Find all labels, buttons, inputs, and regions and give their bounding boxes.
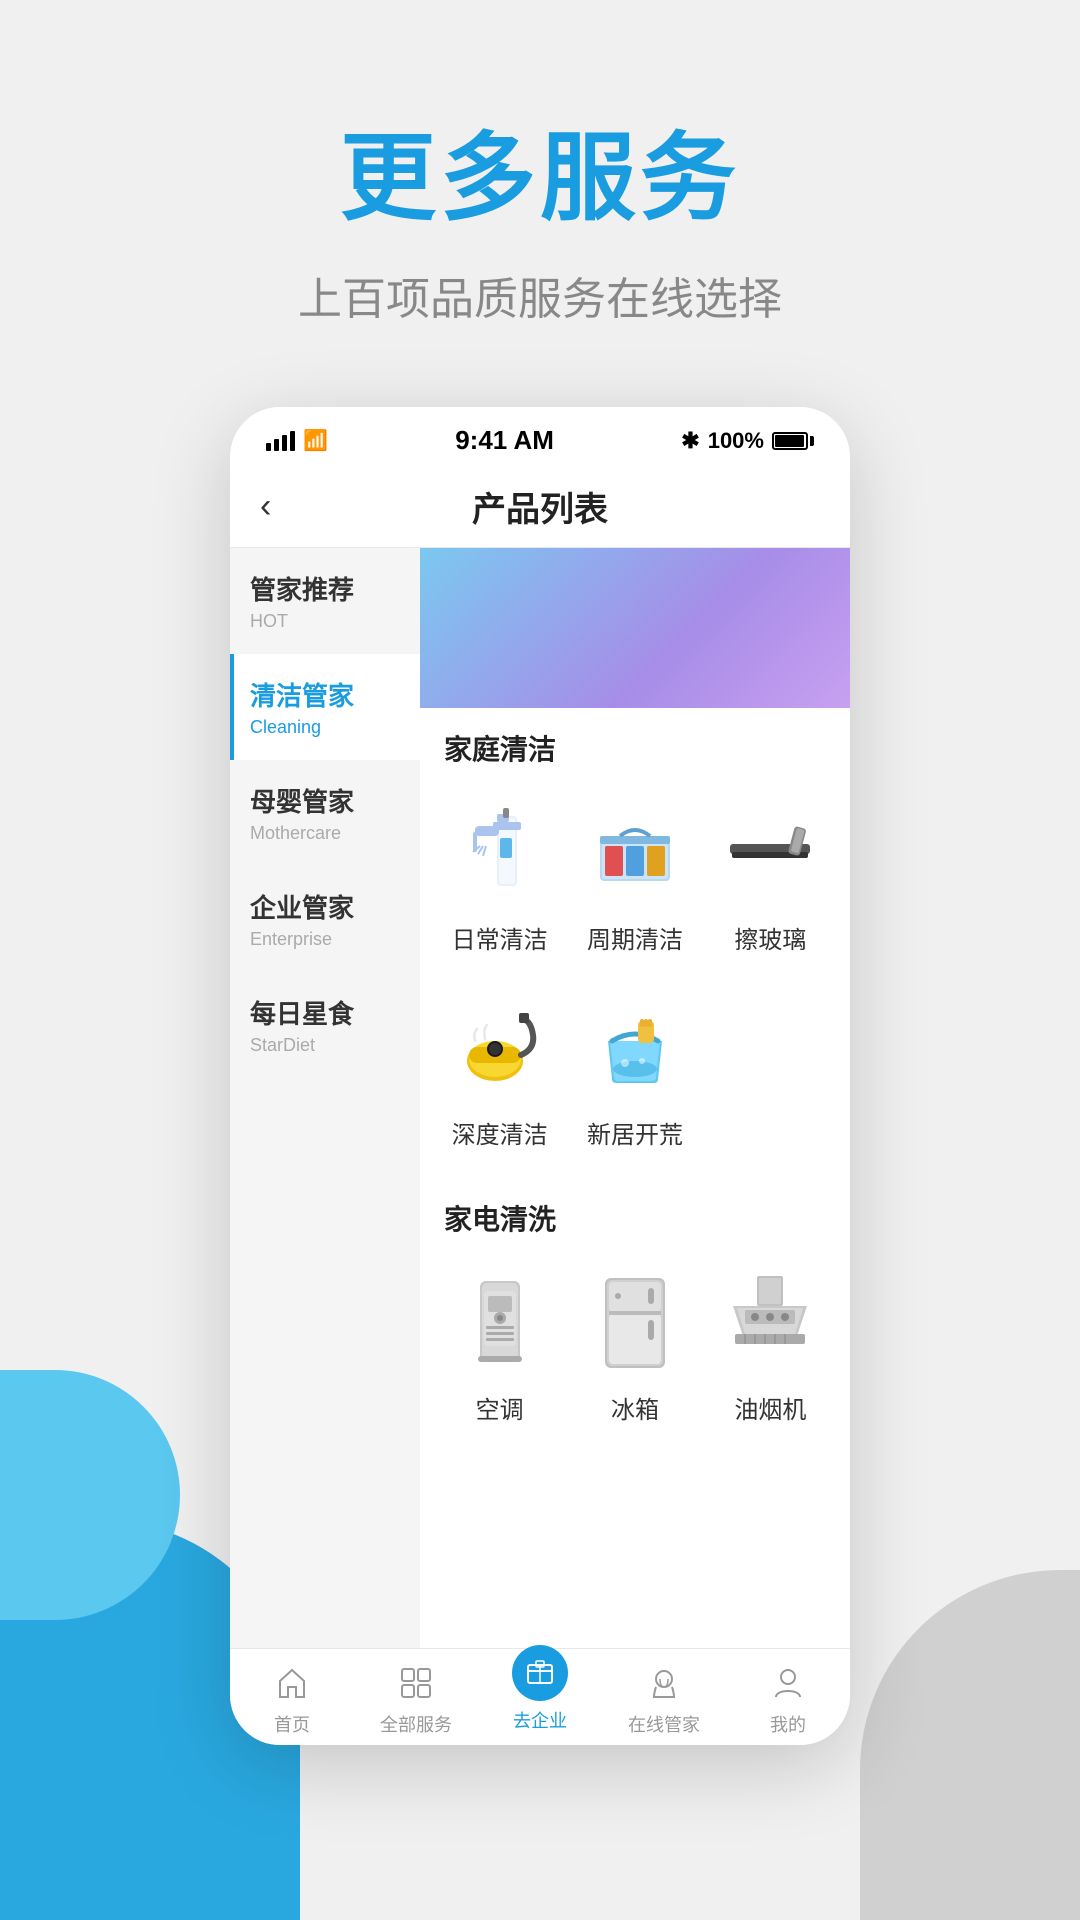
bg-wave-right (860, 1570, 1080, 1920)
daily-cleaning-label: 日常清洁 (452, 920, 548, 955)
daily-cleaning-icon (445, 796, 555, 906)
mine-tab-icon (766, 1661, 810, 1705)
tab-enterprise[interactable]: 去企业 (478, 1661, 602, 1737)
promo-title: 更多服务 (0, 100, 1080, 239)
sidebar-item-stardiet-sub: StarDiet (250, 1035, 404, 1056)
back-button[interactable]: ‹ (260, 487, 310, 526)
sidebar-item-hot-sub: HOT (250, 611, 404, 632)
sidebar: 管家推荐 HOT 清洁管家 Cleaning 母婴管家 Mothercare 企… (230, 548, 420, 1648)
status-left: 📶 (266, 428, 328, 453)
services-tab-label: 全部服务 (380, 1711, 452, 1737)
nav-bar: ‹ 产品列表 (230, 466, 850, 548)
phone-mockup: 📶 9:41 AM ✱ 100% ‹ 产品列表 管家推荐 HOT (230, 407, 850, 1745)
manager-tab-label: 在线管家 (628, 1711, 700, 1737)
item-glass-cleaning[interactable]: 擦玻璃 (707, 780, 834, 967)
sidebar-item-cleaning-sub: Cleaning (250, 717, 404, 738)
battery-icon (772, 432, 814, 450)
services-tab-icon (394, 1661, 438, 1705)
deep-cleaning-label: 深度清洁 (452, 1115, 548, 1150)
fridge-label: 冰箱 (611, 1390, 659, 1425)
sidebar-item-enterprise[interactable]: 企业管家 Enterprise (230, 866, 420, 972)
main-content: 家庭清洁 (420, 548, 850, 1648)
tab-mine[interactable]: 我的 (726, 1661, 850, 1737)
enterprise-tab-label: 去企业 (513, 1707, 567, 1733)
sidebar-item-mothercare[interactable]: 母婴管家 Mothercare (230, 760, 420, 866)
ac-label: 空调 (476, 1390, 524, 1425)
battery-percent: 100% (708, 428, 764, 454)
sidebar-item-stardiet-name: 每日星食 (250, 994, 404, 1031)
promo-subtitle: 上百项品质服务在线选择 (0, 263, 1080, 327)
item-ac[interactable]: 空调 (436, 1250, 563, 1437)
hood-label: 油烟机 (734, 1390, 806, 1425)
item-deep-cleaning[interactable]: 深度清洁 (436, 975, 563, 1162)
item-periodic-cleaning[interactable]: 周期清洁 (571, 780, 698, 967)
app-content: 管家推荐 HOT 清洁管家 Cleaning 母婴管家 Mothercare 企… (230, 548, 850, 1648)
home-tab-label: 首页 (274, 1711, 310, 1737)
wifi-icon: 📶 (303, 428, 328, 453)
sidebar-item-mothercare-name: 母婴管家 (250, 782, 404, 819)
tab-services[interactable]: 全部服务 (354, 1661, 478, 1737)
sidebar-item-enterprise-sub: Enterprise (250, 929, 404, 950)
tab-bar: 首页 全部服务 去企业 (230, 1648, 850, 1745)
item-daily-cleaning[interactable]: 日常清洁 (436, 780, 563, 967)
appliance-cleaning-grid: 空调 (420, 1250, 850, 1453)
page-title: 产品列表 (310, 482, 770, 531)
fridge-icon (580, 1266, 690, 1376)
promo-section: 更多服务 上百项品质服务在线选择 (0, 0, 1080, 407)
item-new-home[interactable]: 新居开荒 (571, 975, 698, 1162)
hood-icon (715, 1266, 825, 1376)
periodic-cleaning-icon (580, 796, 690, 906)
tab-home[interactable]: 首页 (230, 1661, 354, 1737)
periodic-cleaning-label: 周期清洁 (587, 920, 683, 955)
status-right: ✱ 100% (681, 428, 814, 454)
ac-icon (445, 1266, 555, 1376)
section-header-appliance-cleaning: 家电清洗 (420, 1178, 850, 1250)
manager-tab-icon (642, 1661, 686, 1705)
item-hood[interactable]: 油烟机 (707, 1250, 834, 1437)
home-tab-icon (270, 1661, 314, 1705)
sidebar-item-cleaning[interactable]: 清洁管家 Cleaning (230, 654, 420, 760)
mine-tab-label: 我的 (770, 1711, 806, 1737)
tab-manager[interactable]: 在线管家 (602, 1661, 726, 1737)
signal-icon (266, 431, 295, 451)
sidebar-item-hot-name: 管家推荐 (250, 570, 404, 607)
sidebar-item-hot[interactable]: 管家推荐 HOT (230, 548, 420, 654)
section-header-home-cleaning: 家庭清洁 (420, 708, 850, 780)
glass-cleaning-icon (715, 796, 825, 906)
sidebar-item-enterprise-name: 企业管家 (250, 888, 404, 925)
item-fridge[interactable]: 冰箱 (571, 1250, 698, 1437)
glass-cleaning-label: 擦玻璃 (734, 920, 806, 955)
new-home-icon (580, 991, 690, 1101)
sidebar-item-mothercare-sub: Mothercare (250, 823, 404, 844)
status-time: 9:41 AM (455, 425, 554, 456)
home-cleaning-grid: 日常清洁 (420, 780, 850, 1178)
deep-cleaning-icon (445, 991, 555, 1101)
sidebar-item-cleaning-name: 清洁管家 (250, 676, 404, 713)
sidebar-item-stardiet[interactable]: 每日星食 StarDiet (230, 972, 420, 1078)
promo-banner (420, 548, 850, 708)
new-home-label: 新居开荒 (587, 1115, 683, 1150)
status-bar: 📶 9:41 AM ✱ 100% (230, 407, 850, 466)
bluetooth-icon: ✱ (681, 428, 699, 454)
enterprise-tab-icon (512, 1645, 568, 1701)
